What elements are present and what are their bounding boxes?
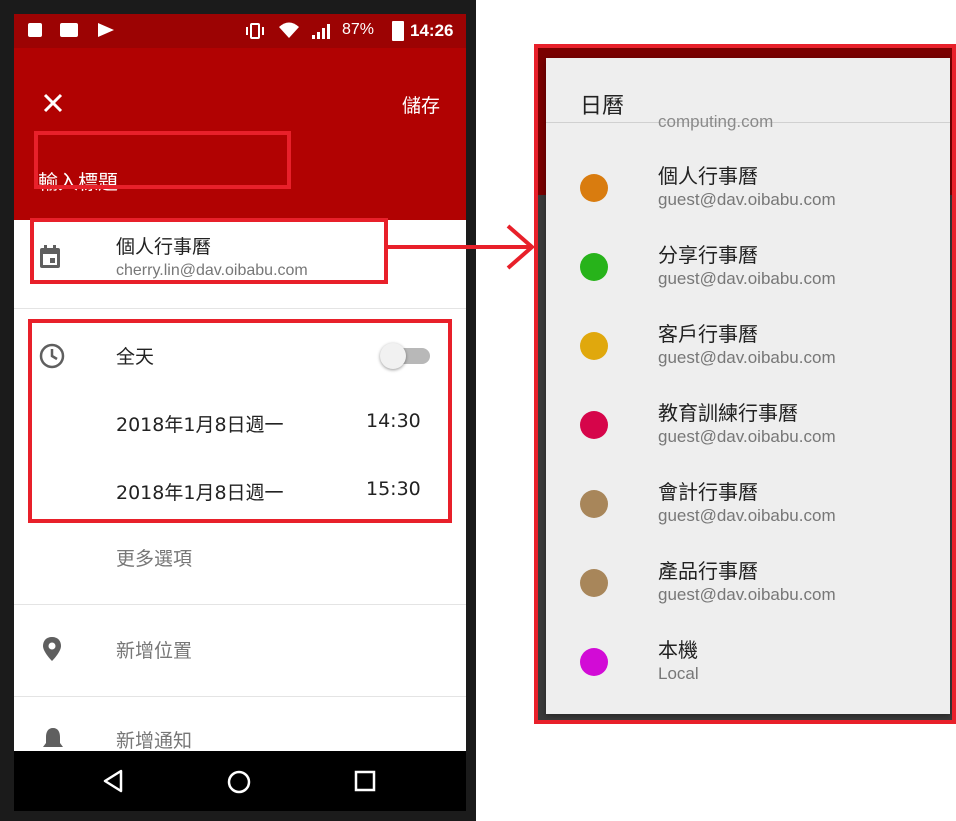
add-notification-field[interactable]: 新增通知	[116, 726, 192, 753]
phone-frame: 87% 14:26 儲存 輸入標題 個人行事曆 cherry.lin@dav.o…	[0, 0, 476, 821]
signal-icon	[312, 24, 330, 39]
status-bar: 87% 14:26	[14, 14, 466, 48]
battery-percent: 87%	[342, 21, 375, 38]
title-highlight-box	[34, 131, 291, 189]
bell-icon	[43, 728, 63, 747]
popup-highlight-box	[534, 44, 956, 724]
back-icon[interactable]	[102, 769, 124, 793]
flag-notification-icon	[98, 23, 114, 37]
recents-icon[interactable]	[354, 770, 376, 792]
time-highlight-box	[28, 319, 452, 523]
divider	[14, 696, 466, 697]
calendar-notification-icon	[60, 23, 78, 37]
location-pin-icon	[43, 637, 61, 661]
clock: 14:26	[410, 21, 454, 40]
wifi-icon	[279, 22, 299, 38]
calendar-highlight-box	[30, 218, 388, 284]
pointer-arrow	[384, 224, 536, 270]
vibrate-icon	[246, 23, 264, 39]
save-button[interactable]: 儲存	[402, 91, 440, 118]
add-location-field[interactable]: 新增位置	[116, 636, 192, 663]
divider	[14, 604, 466, 605]
phone-screen: 87% 14:26 儲存 輸入標題 個人行事曆 cherry.lin@dav.o…	[14, 14, 466, 811]
navigation-bar	[14, 751, 466, 811]
divider	[14, 308, 466, 309]
gallery-notification-icon	[28, 23, 42, 37]
home-icon[interactable]	[226, 769, 252, 795]
more-options-link[interactable]: 更多選項	[116, 544, 192, 571]
close-icon[interactable]	[42, 92, 64, 114]
battery-icon	[392, 21, 404, 41]
